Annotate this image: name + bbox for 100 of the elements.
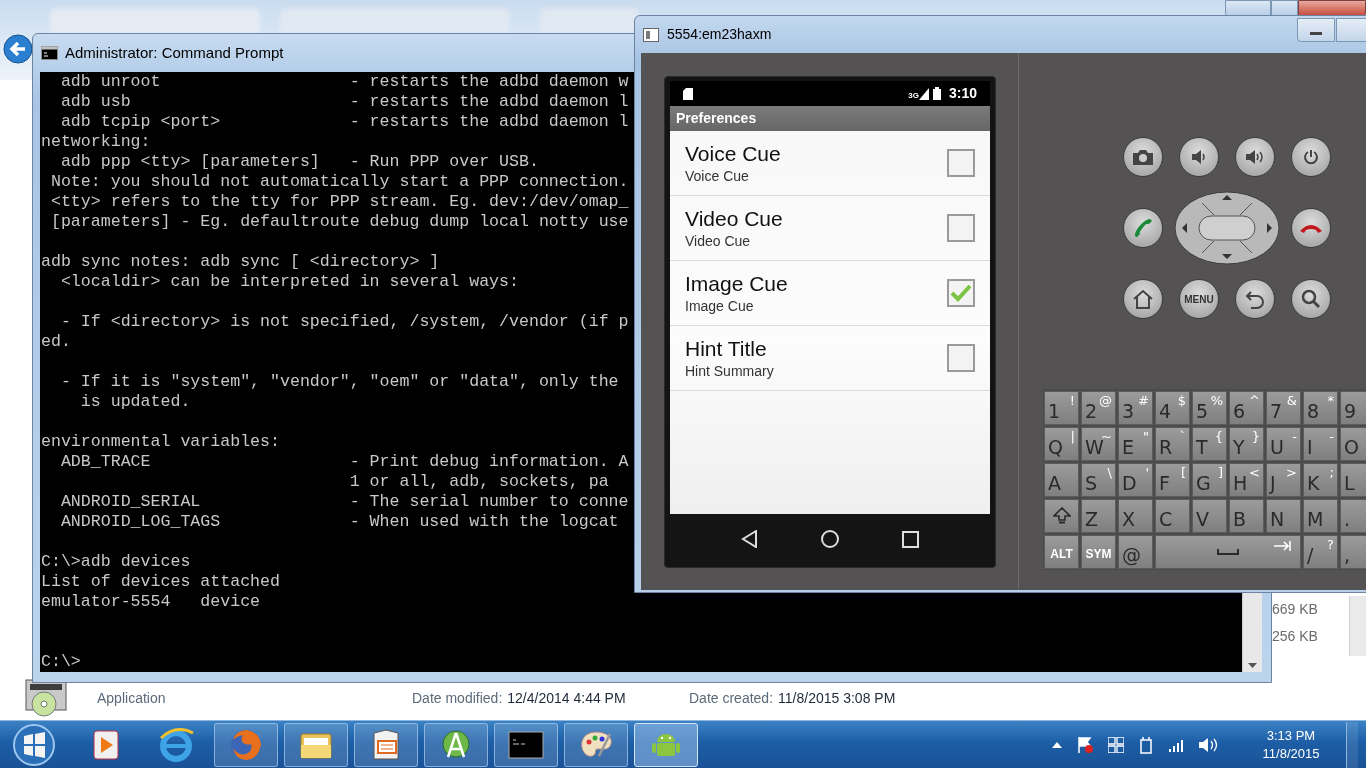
keyboard-key[interactable]: S \ [1081,463,1116,497]
file-explorer-button[interactable] [284,722,348,767]
volume-down-button[interactable] [1179,137,1219,177]
keyboard-key[interactable]: N [1266,499,1301,533]
keyboard-key[interactable]: 3 # [1118,391,1153,425]
keyboard-key[interactable]: H< [1229,463,1264,497]
checkbox[interactable] [947,149,975,177]
keyboard-key[interactable]: F [ [1155,463,1190,497]
power-plug-icon[interactable] [1138,735,1154,754]
keyboard-key[interactable]: / ? [1303,535,1338,569]
back-button[interactable] [1235,279,1275,319]
volume-high-icon [1245,149,1265,165]
android-studio-button[interactable] [424,722,488,767]
keyboard-key[interactable]: 2@ [1081,391,1116,425]
globe-e-icon [158,727,194,762]
keyboard-key[interactable]: , [1340,535,1366,569]
keyboard-key[interactable]: J > [1266,463,1301,497]
camera-button[interactable] [1123,137,1163,177]
clock-date[interactable]: 11/8/2015 [1262,744,1320,763]
start-button[interactable] [10,722,58,767]
search-button[interactable] [1291,279,1331,319]
paint-button[interactable] [564,722,628,767]
preference-row[interactable]: Hint Title Hint Summary [670,326,990,391]
back-icon[interactable] [740,530,759,548]
end-call-button[interactable] [1291,208,1331,248]
keyboard-key[interactable]: Z [1081,499,1116,533]
console-line: ADB_TRACE - Print debug information. A [59,452,629,472]
flag-icon[interactable] [1076,735,1094,754]
keyboard-key[interactable]: K ; [1303,463,1338,497]
keyboard-key[interactable]: 6 ^ [1229,391,1264,425]
show-hidden-icons-icon[interactable] [1052,741,1062,748]
console-line: emulator-5554 device [41,592,261,612]
keyboard-key[interactable]: R ` [1155,427,1190,461]
power-button[interactable] [1291,137,1331,177]
keyboard-key[interactable]: SYM [1081,535,1116,569]
compass-android-icon [441,728,471,761]
keyboard-key[interactable]: ALT [1044,535,1079,569]
checkbox[interactable] [947,344,975,372]
checkbox[interactable] [947,214,975,242]
keyboard-key[interactable]: A [1044,463,1079,497]
keyboard-key[interactable]: I - [1303,427,1338,461]
call-button[interactable] [1123,208,1163,248]
volume-icon[interactable] [1198,736,1218,753]
field-value: 12/4/2014 4:44 PM [507,689,626,708]
firefox-button[interactable] [214,722,278,767]
home-button[interactable] [1123,279,1163,319]
back-icon[interactable] [3,34,33,64]
show-desktop-button[interactable] [1346,721,1358,768]
menu-button[interactable]: MENU [1179,279,1219,319]
console-line: - If <directory> is not specified, /system, /vendor (if p [59,312,629,332]
preference-title: Video Cue [685,206,784,232]
keyboard-key[interactable]: Y } [1229,427,1264,461]
keyboard-key[interactable]: T { [1192,427,1227,461]
android-emulator-button[interactable] [634,722,698,767]
keyboard-key[interactable]: 8 * [1303,391,1338,425]
keyboard-key[interactable]: L [1340,463,1366,497]
console-line: ed. [41,332,71,352]
keyboard-key[interactable]: O [1340,427,1366,461]
presentation-app-button[interactable] [354,722,418,767]
clock-time[interactable]: 3:13 PM [1266,726,1316,745]
play-icon [93,729,119,760]
recents-icon[interactable] [902,530,920,548]
console-line: - If it is "system", "vendor", "oem" or "data", only the [59,372,619,392]
command-prompt-button[interactable] [494,722,558,767]
signal-icon[interactable] [1168,737,1184,752]
windows-logo-icon[interactable] [1108,736,1124,753]
keyboard-key[interactable]: B [1229,499,1264,533]
keyboard-key[interactable]: 1 ! [1044,391,1079,425]
keyboard-key[interactable]: E " [1118,427,1153,461]
volume-up-button[interactable] [1235,137,1275,177]
scroll-down-icon[interactable] [1248,663,1257,669]
keyboard-key[interactable]: @ [1118,535,1153,569]
keyboard-key[interactable]: 7 & [1266,391,1301,425]
clock: 3:10 [948,84,977,103]
preference-row[interactable]: Voice Cue Voice Cue [670,131,990,196]
keyboard-key[interactable]: M [1303,499,1338,533]
keyboard-key[interactable]: W~ [1081,427,1116,461]
scrollbar[interactable] [1349,596,1366,656]
keyboard-key[interactable]: Q | [1044,427,1079,461]
directional-pad[interactable] [1174,191,1280,265]
keyboard-key[interactable]: G ] [1192,463,1227,497]
keyboard-key[interactable]: D ' [1118,463,1153,497]
keyboard-key[interactable]: . [1340,499,1366,533]
terminal-icon [508,730,544,759]
preference-row[interactable]: Video Cue Video Cue [670,196,990,261]
home-icon[interactable] [820,529,841,549]
keyboard-key[interactable]: 5% [1192,391,1227,425]
minimize-button[interactable] [1297,18,1335,42]
check-icon [950,284,972,302]
field-label: Date created: [689,689,774,708]
shift-key[interactable] [1044,499,1079,533]
keyboard-key[interactable]: 9 [1340,391,1366,425]
keyboard-key[interactable]: C [1155,499,1190,533]
preference-row[interactable]: Image Cue Image Cue [670,261,990,326]
keyboard-key[interactable]: 4 $ [1155,391,1190,425]
checkbox[interactable] [947,279,975,307]
keyboard-key[interactable]: V [1192,499,1227,533]
keyboard-key[interactable]: U - [1266,427,1301,461]
back-arrow-icon [1245,289,1265,309]
keyboard-key[interactable]: X [1118,499,1153,533]
